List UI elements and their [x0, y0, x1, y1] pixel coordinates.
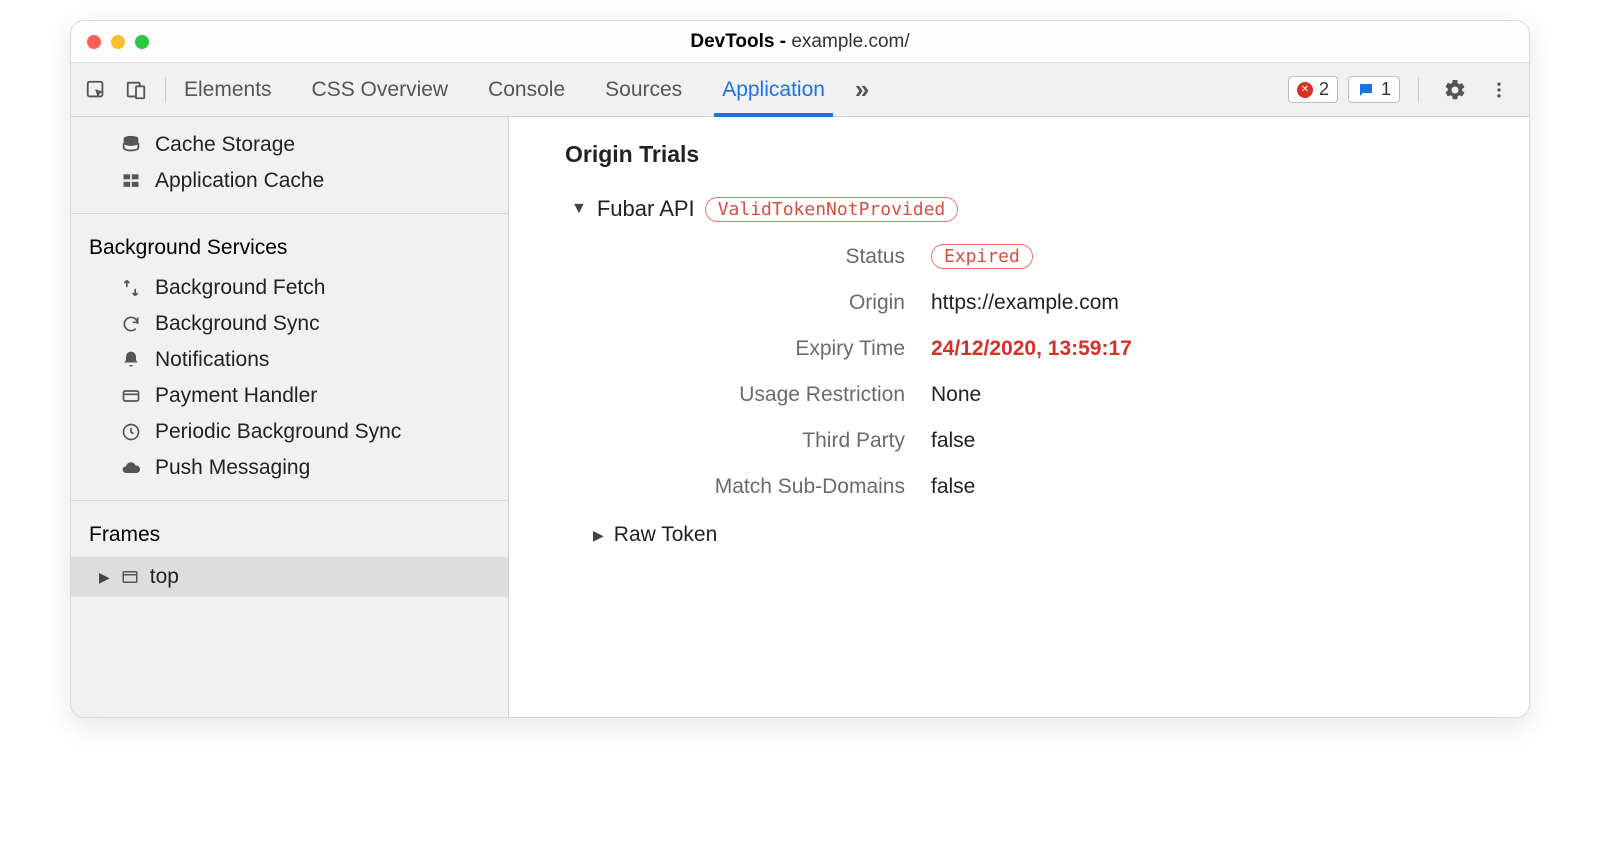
frames-item-label: top	[150, 565, 179, 589]
field-value-match-subdomains: false	[931, 475, 1489, 499]
error-icon	[1297, 82, 1313, 98]
token-status-pill: ValidTokenNotProvided	[705, 197, 959, 222]
sidebar-item-label: Push Messaging	[155, 456, 310, 480]
more-tabs-icon[interactable]: »	[855, 74, 869, 105]
field-value-expiry: 24/12/2020, 13:59:17	[931, 337, 1489, 361]
titlebar: DevTools - example.com/	[71, 21, 1529, 63]
sidebar-item-background-fetch[interactable]: Background Fetch	[71, 270, 508, 306]
toolbar-divider	[1418, 77, 1419, 103]
devtools-toolbar: Elements CSS Overview Console Sources Ap…	[71, 63, 1529, 117]
database-icon	[119, 134, 143, 156]
sidebar-item-label: Background Sync	[155, 312, 320, 336]
messages-count: 1	[1381, 79, 1391, 100]
sidebar-heading-frames: Frames	[71, 509, 508, 557]
sidebar-heading-background-services: Background Services	[71, 222, 508, 270]
field-label-origin: Origin	[605, 291, 905, 315]
frame-icon	[120, 568, 140, 586]
field-label-status: Status	[605, 245, 905, 269]
panel-tabs: Elements CSS Overview Console Sources Ap…	[184, 63, 825, 116]
sidebar-item-periodic-sync[interactable]: Periodic Background Sync	[71, 414, 508, 450]
field-value-usage: None	[931, 383, 1489, 407]
sidebar-item-label: Background Fetch	[155, 276, 325, 300]
sidebar-item-payment-handler[interactable]: Payment Handler	[71, 378, 508, 414]
bell-icon	[119, 350, 143, 370]
content-area: Cache Storage Application Cache Backgrou…	[71, 117, 1529, 717]
window-maximize-button[interactable]	[135, 35, 149, 49]
kebab-menu-icon[interactable]	[1483, 74, 1515, 106]
field-label-usage: Usage Restriction	[605, 383, 905, 407]
tab-css-overview[interactable]: CSS Overview	[312, 63, 449, 116]
sidebar-item-label: Notifications	[155, 348, 269, 372]
window-title: DevTools - example.com/	[71, 31, 1529, 53]
chevron-right-icon: ▶	[99, 569, 110, 586]
errors-count: 2	[1319, 79, 1329, 100]
field-value-origin: https://example.com	[931, 291, 1489, 315]
raw-token-label: Raw Token	[614, 523, 718, 547]
fetch-icon	[119, 278, 143, 298]
messages-counter[interactable]: 1	[1348, 76, 1400, 103]
sidebar-item-label: Application Cache	[155, 169, 324, 193]
sidebar-item-background-sync[interactable]: Background Sync	[71, 306, 508, 342]
raw-token-row[interactable]: ▶ Raw Token	[593, 523, 1489, 547]
errors-counter[interactable]: 2	[1288, 76, 1338, 103]
sidebar-item-application-cache[interactable]: Application Cache	[71, 163, 508, 199]
trial-details: Status Expired Origin https://example.co…	[605, 244, 1489, 499]
sidebar-item-label: Payment Handler	[155, 384, 317, 408]
chevron-right-icon: ▶	[593, 527, 604, 544]
device-toggle-icon[interactable]	[125, 79, 147, 101]
inspect-element-icon[interactable]	[85, 79, 107, 101]
tab-elements[interactable]: Elements	[184, 63, 272, 116]
field-value-third-party: false	[931, 429, 1489, 453]
toolbar-divider	[165, 77, 166, 103]
field-label-expiry: Expiry Time	[605, 337, 905, 361]
tab-console[interactable]: Console	[488, 63, 565, 116]
chevron-down-icon: ▼	[571, 200, 587, 218]
application-sidebar: Cache Storage Application Cache Backgrou…	[71, 117, 509, 717]
window-title-host: example.com/	[791, 31, 909, 52]
sidebar-item-cache-storage[interactable]: Cache Storage	[71, 127, 508, 163]
settings-icon[interactable]	[1437, 74, 1473, 106]
cloud-icon	[119, 458, 143, 478]
sidebar-item-label: Periodic Background Sync	[155, 420, 401, 444]
frames-item-top[interactable]: ▶ top	[71, 557, 508, 597]
tab-sources[interactable]: Sources	[605, 63, 682, 116]
section-title: Origin Trials	[565, 141, 1489, 168]
field-label-match-subdomains: Match Sub-Domains	[605, 475, 905, 499]
field-value-status: Expired	[931, 244, 1489, 269]
traffic-lights	[87, 35, 149, 49]
sync-icon	[119, 314, 143, 334]
window-close-button[interactable]	[87, 35, 101, 49]
card-icon	[119, 386, 143, 406]
devtools-window: DevTools - example.com/ Elements CSS Ove…	[70, 20, 1530, 718]
window-title-app: DevTools -	[690, 31, 791, 52]
field-label-third-party: Third Party	[605, 429, 905, 453]
trial-row[interactable]: ▼ Fubar API ValidTokenNotProvided	[571, 196, 1489, 222]
status-pill: Expired	[931, 244, 1033, 269]
sidebar-item-push-messaging[interactable]: Push Messaging	[71, 450, 508, 486]
main-panel: Origin Trials ▼ Fubar API ValidTokenNotP…	[509, 117, 1529, 717]
window-minimize-button[interactable]	[111, 35, 125, 49]
grid-icon	[119, 171, 143, 191]
tab-application[interactable]: Application	[722, 63, 825, 116]
trial-name: Fubar API	[597, 196, 695, 222]
message-icon	[1357, 81, 1375, 99]
clock-icon	[119, 422, 143, 442]
sidebar-item-label: Cache Storage	[155, 133, 295, 157]
sidebar-item-notifications[interactable]: Notifications	[71, 342, 508, 378]
